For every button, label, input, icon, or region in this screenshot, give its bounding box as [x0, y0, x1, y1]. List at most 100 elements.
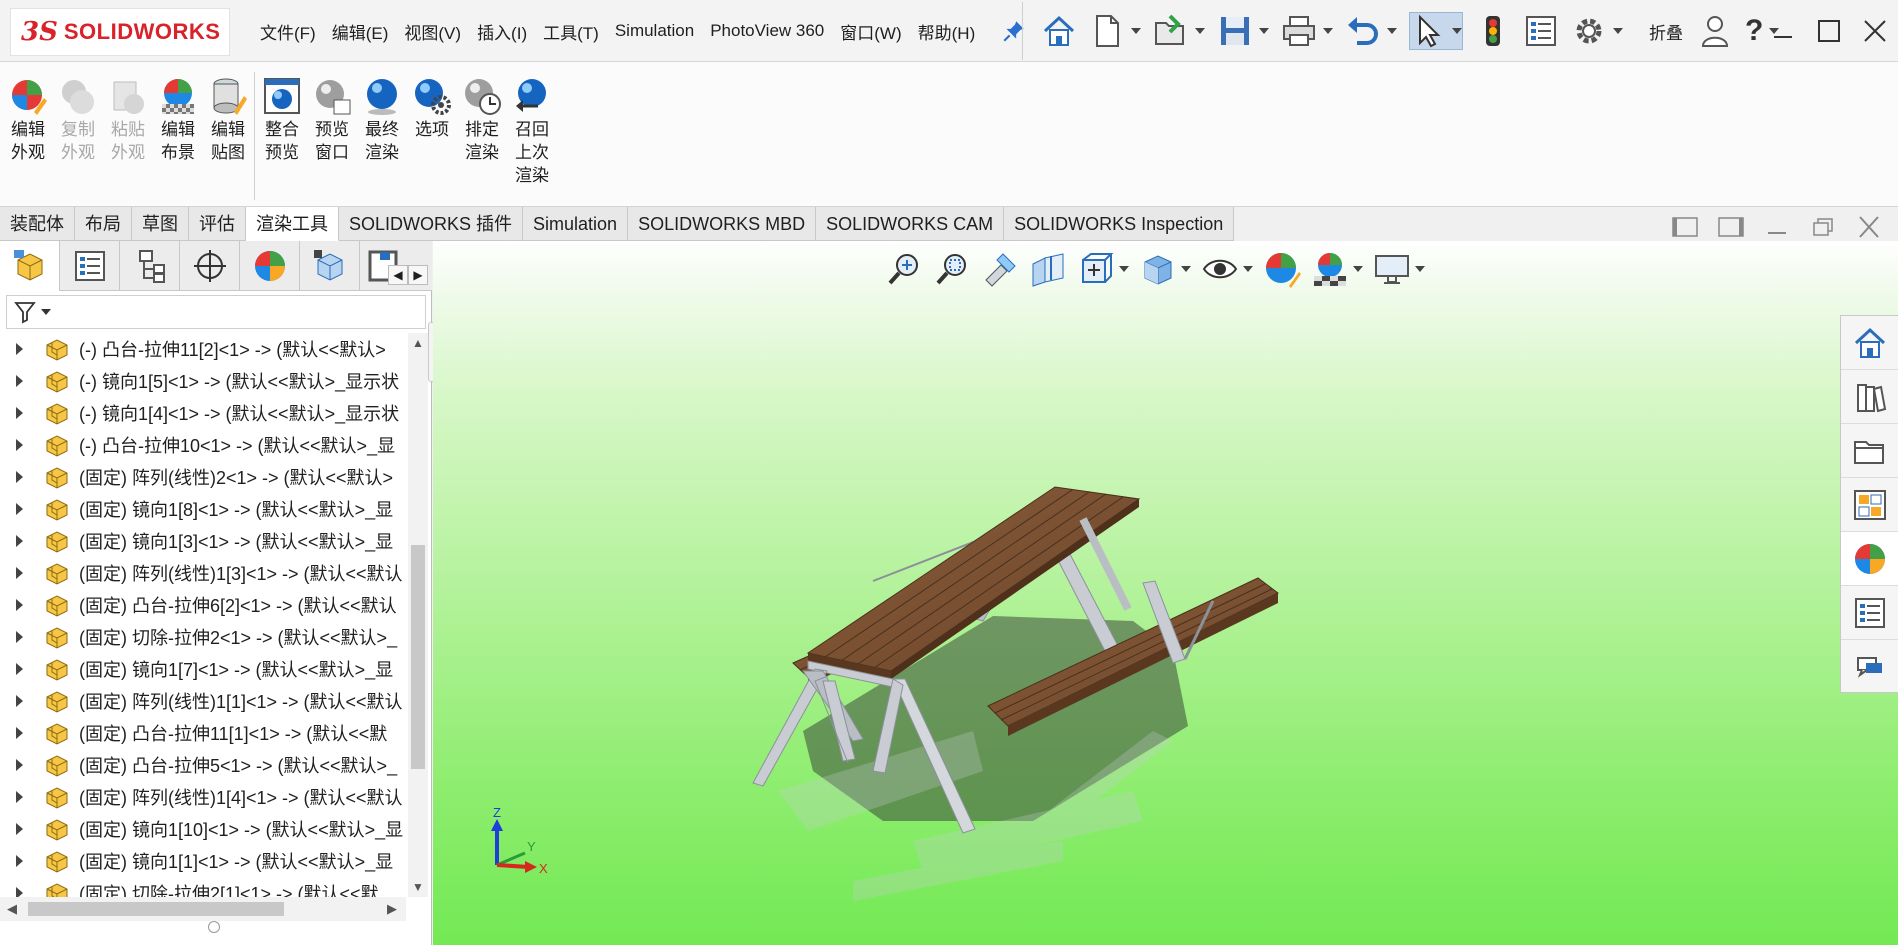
tree-item[interactable]: (固定) 阵列(线性)1[4]<1> -> (默认<<默认	[0, 781, 406, 813]
tree-item[interactable]: (固定) 镜向1[1]<1> -> (默认<<默认>_显	[0, 845, 406, 877]
preview-window-button[interactable]: 预览 窗口	[310, 76, 354, 164]
tree-item[interactable]: (固定) 阵列(线性)1[3]<1> -> (默认<<默认	[0, 557, 406, 589]
print-button[interactable]	[1281, 13, 1333, 49]
tab-sketch[interactable]: 草图	[132, 207, 189, 241]
chevron-down-icon[interactable]	[1323, 28, 1333, 34]
undo-button[interactable]	[1345, 13, 1397, 49]
tab-solidworks-mbd[interactable]: SOLIDWORKS MBD	[628, 207, 817, 241]
tree-item[interactable]: (-) 凸台-拉伸11[2]<1> -> (默认<<默认>	[0, 333, 406, 365]
expand-arrow-icon[interactable]	[16, 887, 23, 897]
tree-item[interactable]: (-) 镜向1[5]<1> -> (默认<<默认>_显示状	[0, 365, 406, 397]
display-manager-tab[interactable]	[240, 241, 300, 291]
expand-arrow-icon[interactable]	[16, 855, 23, 867]
tab-evaluate[interactable]: 评估	[189, 207, 246, 241]
viewport-minimize-button[interactable]	[1754, 212, 1800, 242]
custom-properties-button[interactable]	[1841, 586, 1898, 640]
file-properties-button[interactable]	[1523, 13, 1559, 49]
minimize-button[interactable]	[1760, 0, 1806, 62]
chevron-down-icon[interactable]	[1181, 266, 1191, 272]
tree-item[interactable]: (固定) 凸台-拉伸11[1]<1> -> (默认<<默	[0, 717, 406, 749]
recall-last-render-button[interactable]: 召回 上次 渲染	[510, 76, 554, 187]
tab-solidworks-cam[interactable]: SOLIDWORKS CAM	[816, 207, 1005, 241]
edit-scene-button[interactable]: 编辑 布景	[156, 76, 200, 164]
expand-arrow-icon[interactable]	[16, 471, 23, 483]
tree-item[interactable]: (固定) 镜向1[8]<1> -> (默认<<默认>_显	[0, 493, 406, 525]
viewport-restore-button[interactable]	[1800, 212, 1846, 242]
schedule-render-button[interactable]: 排定 渲染	[460, 76, 504, 164]
chevron-down-icon[interactable]	[1243, 266, 1253, 272]
scroll-left-icon[interactable]: ◀	[388, 265, 408, 285]
propertymanager-tab[interactable]	[60, 241, 120, 291]
new-document-button[interactable]	[1089, 13, 1141, 49]
chevron-down-icon[interactable]	[41, 309, 51, 315]
menu-edit[interactable]: 编辑(E)	[324, 19, 397, 44]
scroll-right-icon[interactable]: ▶	[408, 265, 428, 285]
panel-resize-handle[interactable]	[208, 921, 220, 933]
scroll-up-icon[interactable]: ▲	[408, 333, 428, 353]
expand-arrow-icon[interactable]	[16, 535, 23, 547]
viewport-close-button[interactable]	[1846, 212, 1892, 242]
tab-solidworks-addins[interactable]: SOLIDWORKS 插件	[339, 207, 524, 241]
user-account-button[interactable]	[1697, 13, 1733, 49]
menu-simulation[interactable]: Simulation	[607, 21, 702, 41]
tree-item[interactable]: (固定) 阵列(线性)1[1]<1> -> (默认<<默认	[0, 685, 406, 717]
chevron-down-icon[interactable]	[1131, 28, 1141, 34]
viewport-tile-left-button[interactable]	[1662, 212, 1708, 242]
expand-arrow-icon[interactable]	[16, 663, 23, 675]
chevron-down-icon[interactable]	[1119, 266, 1129, 272]
section-view-button[interactable]	[1029, 250, 1067, 288]
final-render-button[interactable]: 最终 渲染	[360, 76, 404, 164]
scroll-down-icon[interactable]: ▼	[408, 877, 428, 897]
tree-filter[interactable]	[6, 295, 426, 329]
expand-arrow-icon[interactable]	[16, 695, 23, 707]
configurationmanager-tab[interactable]	[120, 241, 180, 291]
view-settings-button[interactable]	[1373, 250, 1425, 288]
tab-assembly[interactable]: 装配体	[0, 207, 75, 241]
section-view-tab[interactable]	[300, 241, 360, 291]
tree-item[interactable]: (固定) 镜向1[7]<1> -> (默认<<默认>_显	[0, 653, 406, 685]
picnic-table-model[interactable]	[733, 441, 1353, 941]
apply-scene-button[interactable]	[1311, 250, 1363, 288]
tab-solidworks-inspection[interactable]: SOLIDWORKS Inspection	[1004, 207, 1235, 241]
scrollbar-thumb[interactable]	[411, 545, 425, 769]
viewport-tile-right-button[interactable]	[1708, 212, 1754, 242]
tree-item[interactable]: (固定) 切除-拉伸2<1> -> (默认<<默认>_	[0, 621, 406, 653]
expand-arrow-icon[interactable]	[16, 727, 23, 739]
chevron-down-icon[interactable]	[1259, 28, 1269, 34]
previous-view-button[interactable]	[981, 250, 1019, 288]
menu-insert[interactable]: 插入(I)	[469, 19, 535, 44]
scrollbar-thumb[interactable]	[28, 902, 284, 916]
tree-item[interactable]: (固定) 凸台-拉伸5<1> -> (默认<<默认>_	[0, 749, 406, 781]
expand-arrow-icon[interactable]	[16, 439, 23, 451]
chevron-down-icon[interactable]	[1452, 28, 1462, 34]
menu-help[interactable]: 帮助(H)	[910, 19, 984, 44]
view-orientation-button[interactable]	[1077, 250, 1129, 288]
view-palette-button[interactable]	[1841, 478, 1898, 532]
collapse-button[interactable]: 折叠	[1649, 19, 1683, 44]
tab-layout[interactable]: 布局	[75, 207, 132, 241]
rebuild-button[interactable]	[1475, 13, 1511, 49]
display-style-button[interactable]	[1139, 250, 1191, 288]
copy-appearance-button[interactable]: 复制 外观	[56, 76, 100, 164]
chevron-down-icon[interactable]	[1353, 266, 1363, 272]
edit-decal-button[interactable]: 编辑 贴图	[206, 76, 250, 164]
tree-item[interactable]: (固定) 镜向1[3]<1> -> (默认<<默认>_显	[0, 525, 406, 557]
scroll-right-icon[interactable]: ▶	[382, 897, 402, 921]
tree-horizontal-scrollbar[interactable]: ◀ ▶	[0, 897, 406, 921]
tree-item[interactable]: (-) 镜向1[4]<1> -> (默认<<默认>_显示状	[0, 397, 406, 429]
expand-arrow-icon[interactable]	[16, 343, 23, 355]
menu-window[interactable]: 窗口(W)	[832, 19, 909, 44]
tree-item[interactable]: (固定) 切除-拉伸2[1]<1> -> (默认<<默	[0, 877, 406, 897]
chevron-down-icon[interactable]	[1387, 28, 1397, 34]
expand-arrow-icon[interactable]	[16, 375, 23, 387]
tab-simulation[interactable]: Simulation	[523, 207, 629, 241]
expand-arrow-icon[interactable]	[16, 503, 23, 515]
edit-appearance-button[interactable]: 编辑 外观	[6, 76, 50, 164]
maximize-button[interactable]	[1806, 0, 1852, 62]
zoom-to-fit-button[interactable]	[885, 250, 923, 288]
expand-arrow-icon[interactable]	[16, 759, 23, 771]
edit-appearance-hud-button[interactable]	[1263, 250, 1301, 288]
file-explorer-button[interactable]	[1841, 424, 1898, 478]
expand-arrow-icon[interactable]	[16, 407, 23, 419]
tree-item[interactable]: (-) 凸台-拉伸10<1> -> (默认<<默认>_显	[0, 429, 406, 461]
